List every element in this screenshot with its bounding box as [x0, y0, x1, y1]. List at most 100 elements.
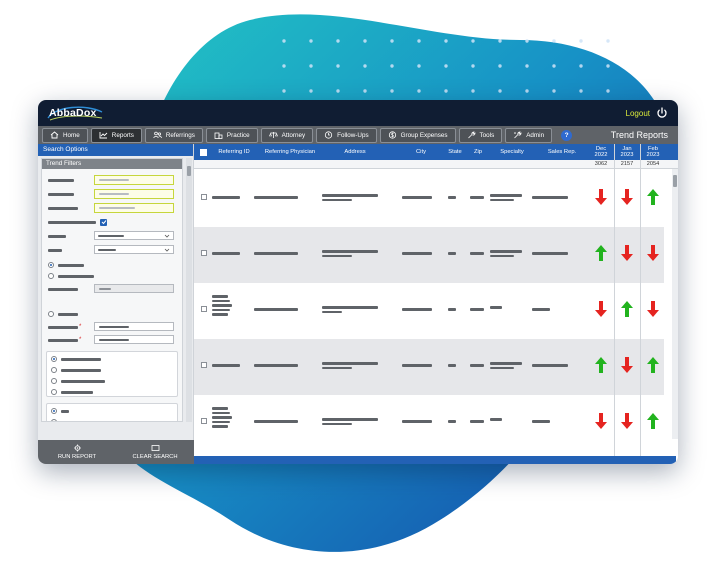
radio[interactable] [51, 389, 57, 395]
decor-dot [498, 39, 502, 43]
row-checkbox[interactable] [201, 418, 207, 424]
decor-dot [579, 64, 583, 68]
row-checkbox[interactable] [201, 194, 207, 200]
filter-input[interactable] [94, 175, 174, 185]
row-checkbox[interactable] [201, 362, 207, 368]
sidebar-scrollbar[interactable] [186, 158, 192, 422]
nav-practice[interactable]: Practice [205, 127, 258, 143]
row-checkbox[interactable] [201, 250, 207, 256]
sales-rep-cell [532, 252, 568, 255]
table-row[interactable] [194, 283, 664, 339]
nav-reports[interactable]: Reports [90, 127, 142, 143]
radio[interactable] [51, 367, 57, 373]
admin-icon [514, 131, 522, 139]
run-report-button[interactable]: RUN REPORT [38, 440, 116, 464]
nav-attorney[interactable]: Attorney [260, 127, 314, 143]
decor-dot [282, 39, 286, 43]
table-row[interactable] [194, 339, 664, 395]
header-sales-rep[interactable]: Sales Rep. [540, 144, 584, 160]
column-divider [614, 144, 615, 456]
header-address[interactable]: Address [334, 144, 376, 160]
radio-selected[interactable] [51, 408, 57, 414]
decor-dot [390, 64, 394, 68]
table-row[interactable] [194, 227, 664, 283]
required-input[interactable] [94, 335, 174, 344]
header-specialty[interactable]: Specialty [492, 144, 532, 160]
header-referring-physician[interactable]: Referring Physician [254, 144, 326, 160]
decor-dot [525, 39, 529, 43]
address-cell [322, 194, 378, 201]
decor-dot [552, 64, 556, 68]
header-state[interactable]: State [444, 144, 466, 160]
checkbox-checked[interactable] [100, 218, 107, 226]
nav-tools[interactable]: Tools [458, 127, 503, 143]
table-row[interactable] [194, 171, 664, 227]
nav-referrings-label: Referrings [165, 131, 195, 139]
table-row[interactable] [194, 395, 664, 451]
scrollbar-thumb[interactable] [187, 166, 191, 176]
radio-option[interactable] [48, 271, 94, 281]
header-month-dec[interactable]: Dec 2022 [588, 144, 614, 160]
trend-up-arrow-icon [621, 301, 633, 317]
specialty-cell [490, 306, 502, 309]
header-city[interactable]: City [406, 144, 436, 160]
radio-selected[interactable] [48, 262, 54, 268]
radio-option[interactable] [48, 260, 84, 270]
header-month-jan[interactable]: Jan 2023 [614, 144, 640, 160]
radio-option[interactable] [51, 387, 93, 397]
nav-referrings[interactable]: Referrings [144, 127, 203, 143]
decor-dot [471, 64, 475, 68]
nav-tools-label: Tools [479, 131, 495, 139]
filter-input[interactable] [94, 203, 174, 213]
nav-follow-ups[interactable]: Follow-Ups [316, 127, 377, 143]
filter-label [48, 175, 74, 185]
trend-up-arrow-icon [647, 413, 659, 429]
nav-admin[interactable]: Admin [505, 127, 553, 143]
clear-search-button[interactable]: CLEAR SEARCH [116, 440, 194, 464]
nav-group-expenses[interactable]: Group Expenses [379, 127, 456, 143]
nav-home[interactable]: Home [42, 127, 88, 143]
header-referring-id[interactable]: Referring ID [210, 144, 258, 160]
trend-down-arrow-icon [595, 413, 607, 429]
specialty-cell [490, 362, 522, 369]
radio-option[interactable] [51, 365, 101, 375]
header-month-feb[interactable]: Feb 2023 [640, 144, 666, 160]
radio-option[interactable] [51, 417, 93, 421]
filter-select[interactable] [94, 231, 174, 240]
help-button[interactable]: ? [561, 129, 573, 141]
radio-option[interactable] [51, 376, 105, 386]
radio[interactable] [51, 419, 57, 421]
specialty-cell [490, 194, 522, 201]
physician-cell [254, 364, 298, 367]
nav-group-expenses-label: Group Expenses [400, 131, 448, 139]
table-scrollbar[interactable] [672, 169, 678, 439]
date-input[interactable] [94, 284, 174, 293]
radio-selected[interactable] [51, 356, 57, 362]
trend-down-arrow-icon [621, 189, 633, 205]
nav-admin-label: Admin [526, 131, 545, 139]
table-body [194, 169, 670, 456]
nav-practice-label: Practice [226, 131, 250, 139]
radio[interactable] [51, 378, 57, 384]
radio-group [46, 351, 178, 397]
address-cell [322, 362, 378, 369]
radio[interactable] [48, 311, 54, 317]
filter-checkbox-row[interactable] [48, 217, 107, 227]
radio-option[interactable] [48, 309, 78, 319]
filter-input[interactable] [94, 189, 174, 199]
row-checkbox[interactable] [201, 306, 207, 312]
filter-select[interactable] [94, 245, 174, 254]
radio-option[interactable] [51, 406, 69, 416]
header-zip[interactable]: Zip [468, 144, 488, 160]
select-all-checkbox[interactable] [199, 148, 207, 156]
scrollbar-thumb[interactable] [673, 175, 677, 187]
logout-button[interactable]: Logout [626, 107, 668, 119]
decor-dot [336, 39, 340, 43]
radio[interactable] [48, 273, 54, 279]
trend-filters-panel: Trend Filters * * [41, 158, 183, 422]
decor-dot [363, 89, 367, 93]
radio-option[interactable] [51, 354, 101, 364]
decor-dot [579, 39, 583, 43]
required-input[interactable] [94, 322, 174, 331]
year-label: 2022 [594, 152, 608, 158]
